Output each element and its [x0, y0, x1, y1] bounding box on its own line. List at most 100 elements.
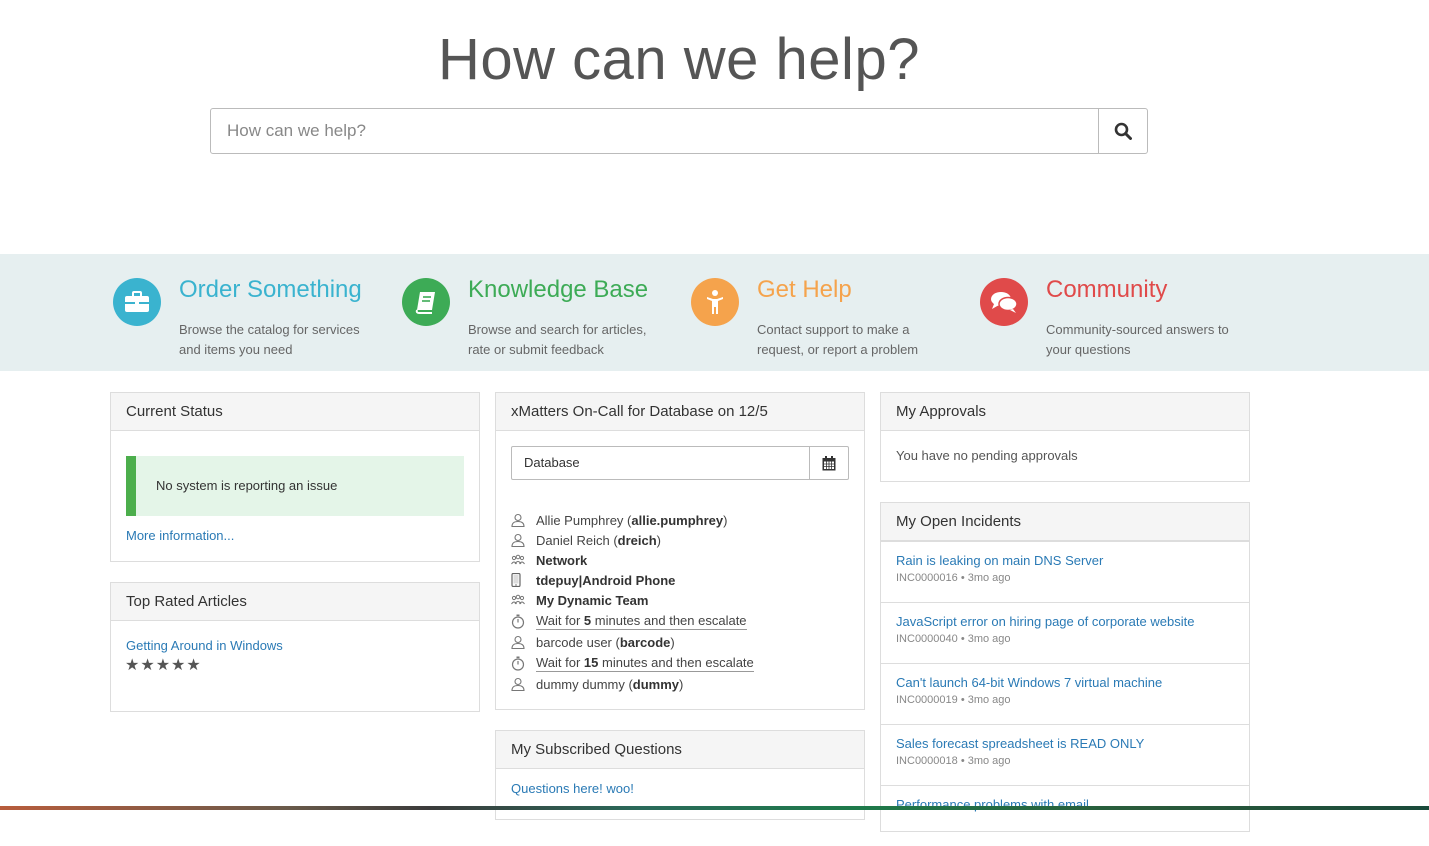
- article-link[interactable]: Getting Around in Windows: [126, 638, 283, 653]
- page-title: How can we help?: [438, 27, 920, 92]
- oncall-row: tdepuy|Android Phone: [511, 570, 841, 590]
- oncall-row: My Dynamic Team: [511, 590, 841, 610]
- timer-icon: [511, 614, 536, 629]
- group-icon: [511, 554, 536, 566]
- oncall-list: Allie Pumphrey (allie.pumphrey) Daniel Re…: [511, 510, 841, 694]
- oncall-entry-name: Network: [536, 552, 588, 568]
- user-icon: [511, 513, 536, 527]
- oncall-entry-text: dummy dummy (dummy): [536, 677, 683, 692]
- incident-title-link[interactable]: Sales forecast spreadsheet is READ ONLY: [896, 736, 1234, 751]
- category-band: Order Something Browse the catalog for s…: [0, 254, 1429, 371]
- oncall-entry-suffix: ): [670, 634, 675, 650]
- user-icon: [511, 533, 536, 547]
- oncall-entry-prefix: Allie Pumphrey (: [536, 512, 632, 528]
- oncall-entry-text: Allie Pumphrey (allie.pumphrey): [536, 513, 727, 528]
- incident-meta: INC0000016 • 3mo ago: [896, 572, 1011, 584]
- briefcase-icon: [113, 278, 161, 326]
- open-incidents-panel: My Open Incidents Rain is leaking on mai…: [880, 502, 1250, 832]
- incident-item[interactable]: Can't launch 64-bit Windows 7 virtual ma…: [881, 663, 1249, 724]
- oncall-entry-name: dreich: [617, 532, 657, 548]
- star-rating: ★★★★★: [125, 657, 202, 674]
- tile-description: Community-sourced answers to your questi…: [1046, 322, 1229, 357]
- tile-description: Browse and search for articles, rate or …: [468, 322, 647, 357]
- panel-header: Current Status: [111, 393, 479, 431]
- question-link[interactable]: Questions here! woo!: [511, 781, 634, 796]
- top-rated-panel: Top Rated Articles Getting Around in Win…: [110, 582, 480, 712]
- oncall-entry-suffix: ): [656, 532, 662, 548]
- search-icon: [1114, 122, 1132, 140]
- approvals-panel: My Approvals You have no pending approva…: [880, 392, 1250, 482]
- search-button[interactable]: [1098, 109, 1147, 153]
- current-status-panel: Current Status No system is reporting an…: [110, 392, 480, 562]
- oncall-entry-name: My Dynamic Team: [536, 592, 649, 608]
- oncall-entry-prefix: Daniel Reich (: [536, 532, 618, 548]
- oncall-entry-text: Wait for 5 minutes and then escalate: [536, 613, 747, 630]
- oncall-entry-text: tdepuy|Android Phone: [536, 573, 675, 588]
- search-input[interactable]: [211, 109, 1098, 153]
- tile-title[interactable]: Get Help: [757, 276, 852, 304]
- book-icon: [402, 278, 450, 326]
- oncall-entry-prefix: Wait for: [536, 612, 584, 628]
- panel-header: My Open Incidents: [881, 503, 1249, 541]
- incident-item[interactable]: Sales forecast spreadsheet is READ ONLY I…: [881, 724, 1249, 785]
- panel-header: xMatters On-Call for Database on 12/5: [496, 393, 864, 431]
- panel-header: Top Rated Articles: [111, 583, 479, 621]
- group-selector[interactable]: Database: [511, 446, 849, 480]
- group-selector-value[interactable]: Database: [512, 447, 809, 479]
- incident-item[interactable]: Performance problems with email: [881, 785, 1249, 846]
- oncall-entry-text: Network: [536, 553, 587, 568]
- oncall-entry-suffix: ): [723, 512, 728, 528]
- oncall-entry-name: allie.pumphrey: [631, 512, 724, 528]
- tile-title[interactable]: Community: [1046, 276, 1167, 304]
- calendar-button[interactable]: [809, 447, 848, 479]
- oncall-row: Wait for 5 minutes and then escalate: [511, 610, 841, 632]
- hero-section: How can we help?: [0, 0, 1429, 254]
- taskbar-strip: [0, 806, 1429, 810]
- phone-icon: [511, 573, 536, 587]
- oncall-entry-name: barcode: [619, 634, 671, 650]
- oncall-entry-text: My Dynamic Team: [536, 593, 648, 608]
- oncall-entry-text: Daniel Reich (dreich): [536, 533, 661, 548]
- oncall-entry-prefix: Wait for: [536, 654, 584, 670]
- user-icon: [511, 677, 536, 691]
- oncall-entry-suffix: ): [679, 676, 684, 692]
- status-message: No system is reporting an issue: [126, 456, 464, 516]
- panel-header: My Subscribed Questions: [496, 731, 864, 769]
- tile-title[interactable]: Knowledge Base: [468, 276, 648, 304]
- oncall-row: Allie Pumphrey (allie.pumphrey): [511, 510, 841, 530]
- oncall-row: Network: [511, 550, 841, 570]
- incident-title-link[interactable]: Can't launch 64-bit Windows 7 virtual ma…: [896, 675, 1234, 690]
- group-icon: [511, 594, 536, 606]
- panel-header: My Approvals: [881, 393, 1249, 431]
- tile-title[interactable]: Order Something: [179, 276, 362, 304]
- oncall-panel: xMatters On-Call for Database on 12/5 Da…: [495, 392, 865, 710]
- oncall-entry-suffix: minutes and then escalate: [598, 654, 754, 670]
- oncall-entry-text: barcode user (barcode): [536, 635, 675, 650]
- incident-item[interactable]: Rain is leaking on main DNS Server INC000…: [881, 541, 1249, 602]
- user-icon: [511, 635, 536, 649]
- oncall-entry-text: Wait for 15 minutes and then escalate: [536, 655, 754, 672]
- incident-meta: INC0000019 • 3mo ago: [896, 694, 1011, 706]
- oncall-row: dummy dummy (dummy): [511, 674, 841, 694]
- oncall-entry-prefix: dummy dummy (: [536, 676, 633, 692]
- tile-description: Browse the catalog for services and item…: [179, 322, 360, 357]
- more-information-link[interactable]: More information...: [126, 528, 234, 543]
- oncall-row: barcode user (barcode): [511, 632, 841, 652]
- person-icon: [691, 278, 739, 326]
- incident-item[interactable]: JavaScript error on hiring page of corpo…: [881, 602, 1249, 663]
- search-bar: [210, 108, 1148, 154]
- calendar-icon: [822, 455, 836, 470]
- oncall-entry-suffix: minutes and then escalate: [591, 612, 747, 628]
- oncall-entry-prefix: barcode user (: [536, 634, 620, 650]
- tile-description: Contact support to make a request, or re…: [757, 322, 919, 357]
- incident-title-link[interactable]: Rain is leaking on main DNS Server: [896, 553, 1234, 568]
- incident-meta: INC0000018 • 3mo ago: [896, 755, 1011, 767]
- oncall-row: Daniel Reich (dreich): [511, 530, 841, 550]
- incident-title-link[interactable]: JavaScript error on hiring page of corpo…: [896, 614, 1234, 629]
- oncall-row: Wait for 15 minutes and then escalate: [511, 652, 841, 674]
- chat-bubbles-icon: [980, 278, 1028, 326]
- approvals-message: You have no pending approvals: [896, 448, 1078, 463]
- oncall-entry-name: tdepuy|Android Phone: [536, 572, 676, 588]
- timer-icon: [511, 656, 536, 671]
- oncall-entry-name: dummy: [632, 676, 680, 692]
